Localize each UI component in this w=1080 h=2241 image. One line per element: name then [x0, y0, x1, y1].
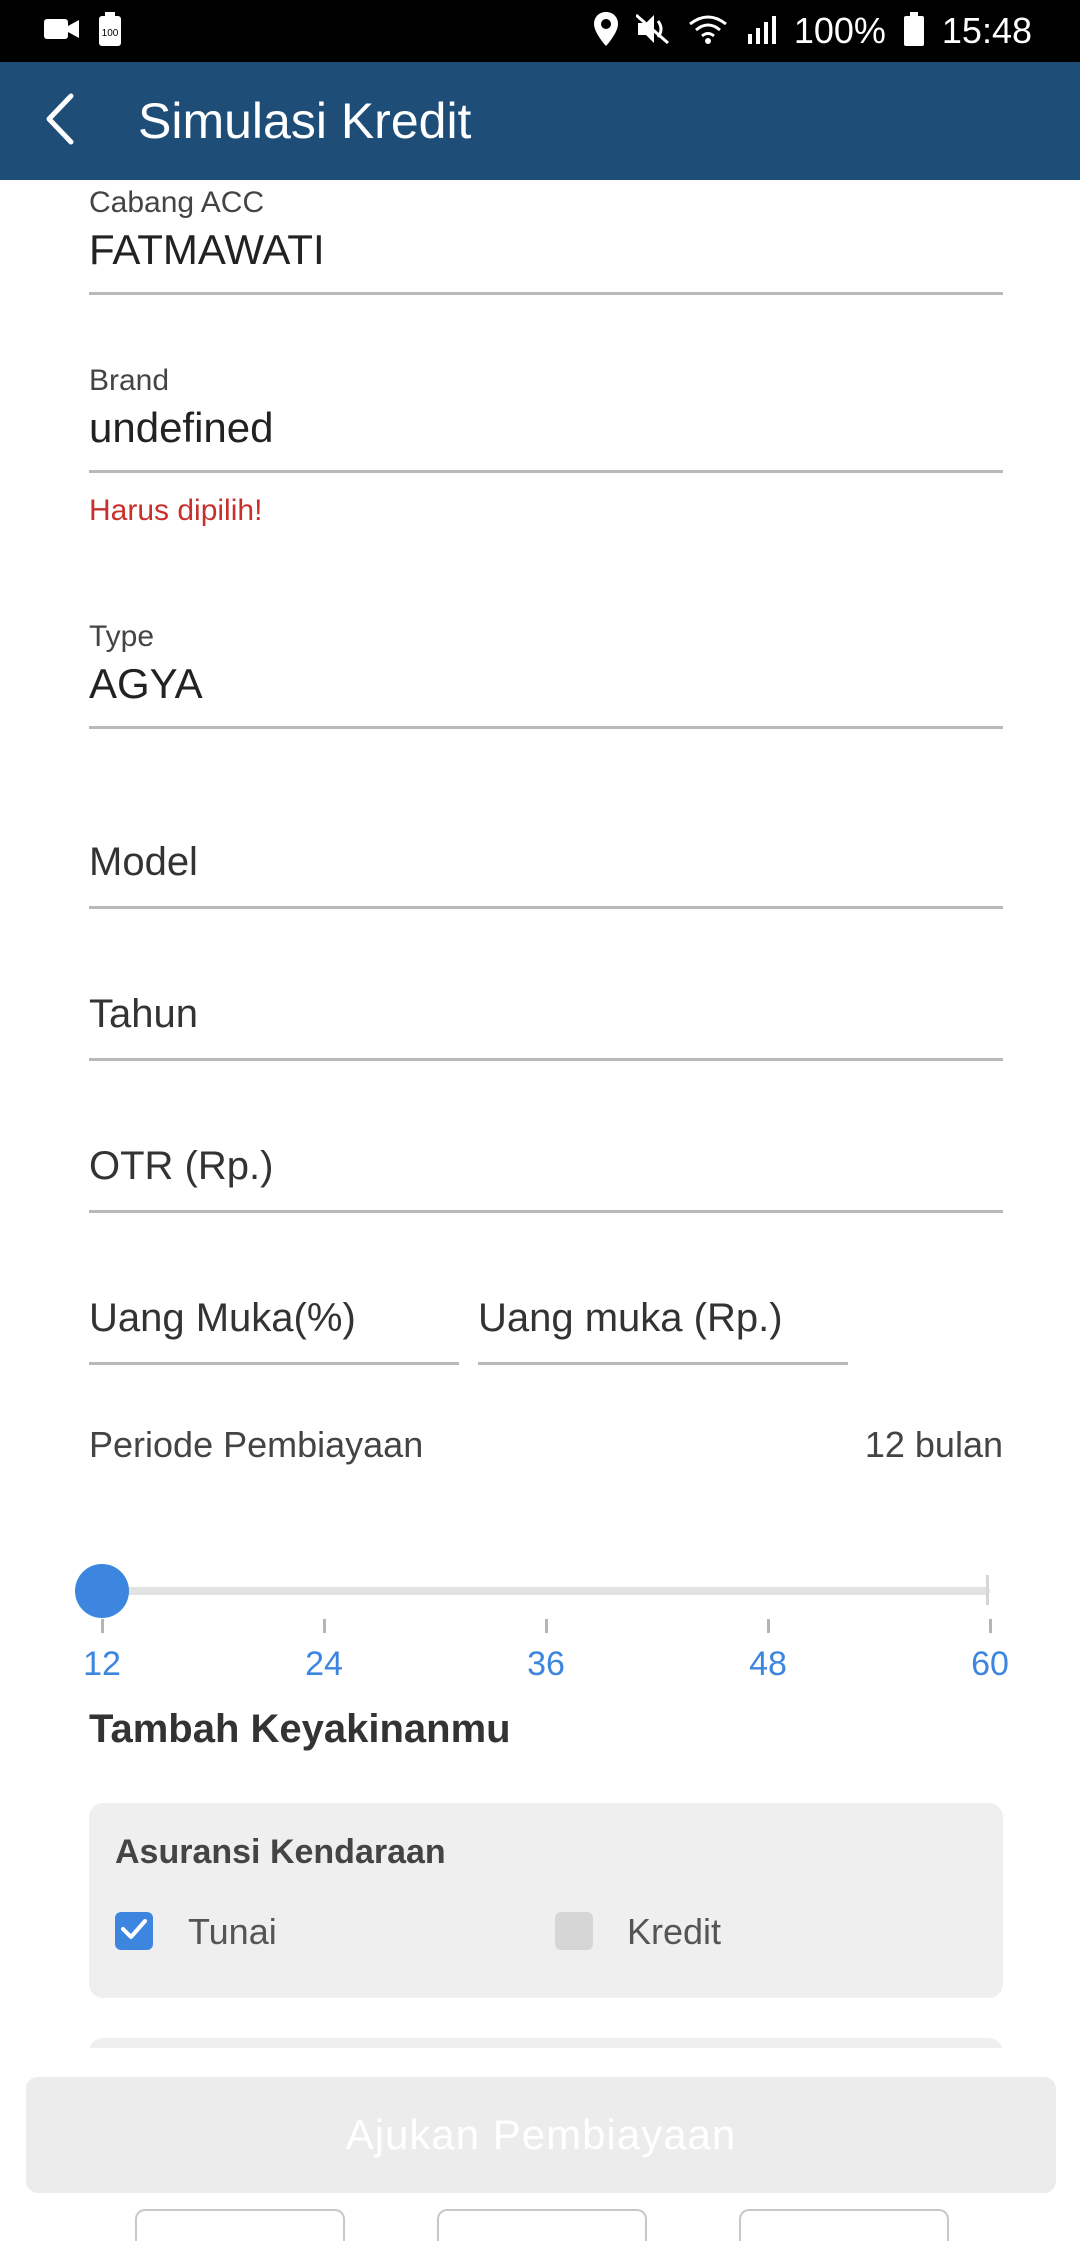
slider-tick — [545, 1619, 548, 1633]
mute-icon — [634, 13, 670, 50]
battery-saver-icon: 100 — [98, 11, 122, 51]
otr-field[interactable]: OTR (Rp.) — [89, 1102, 1003, 1213]
submit-area: Ajukan Pembiayaan — [0, 2048, 1080, 2241]
kredit-label[interactable]: Kredit — [627, 1911, 721, 1953]
video-camera-icon — [44, 16, 80, 47]
brand-error: Harus dipilih! — [89, 494, 263, 527]
cabang-field[interactable]: Cabang ACC FATMAWATI — [89, 180, 1003, 295]
slider-tick — [101, 1619, 104, 1633]
slider-tick-label: 48 — [749, 1645, 787, 1683]
status-bar-left: 100 — [44, 11, 122, 51]
brand-field[interactable]: Brand undefined — [89, 358, 1003, 473]
periode-label: Periode Pembiayaan — [89, 1424, 424, 1465]
slider-track[interactable] — [102, 1587, 990, 1595]
model-placeholder: Model — [89, 840, 198, 884]
kredit-checkbox[interactable] — [555, 1912, 593, 1950]
bottom-tab-peek[interactable] — [739, 2209, 949, 2241]
cabang-label: Cabang ACC — [89, 186, 265, 219]
wifi-icon — [688, 14, 728, 49]
battery-icon — [903, 11, 924, 51]
type-label: Type — [89, 620, 155, 653]
periode-value: 12 bulan — [864, 1424, 1003, 1465]
slider-tick-label: 24 — [305, 1645, 343, 1683]
uang-muka-rp-placeholder: Uang muka (Rp.) — [478, 1296, 783, 1340]
tahun-field[interactable]: Tahun — [89, 950, 1003, 1061]
location-icon — [593, 11, 618, 51]
slider-tick-label: 12 — [83, 1645, 121, 1683]
slider-end-marker — [986, 1575, 989, 1605]
ajukan-pembiayaan-button[interactable]: Ajukan Pembiayaan — [26, 2077, 1056, 2193]
asuransi-title: Asuransi Kendaraan — [115, 1833, 446, 1871]
svg-text:100: 100 — [102, 28, 119, 39]
slider-tick — [323, 1619, 326, 1633]
otr-placeholder: OTR (Rp.) — [89, 1144, 274, 1188]
back-button[interactable] — [0, 62, 120, 180]
signal-icon — [746, 14, 776, 49]
type-field[interactable]: Type AGYA — [89, 614, 1003, 729]
uang-muka-percent-field[interactable]: Uang Muka(%) — [89, 1254, 459, 1365]
slider-tick-label: 36 — [527, 1645, 565, 1683]
uang-muka-percent-placeholder: Uang Muka(%) — [89, 1296, 356, 1340]
periode-slider[interactable]: 12 24 36 48 60 — [75, 1564, 1009, 1697]
slider-tick — [767, 1619, 770, 1633]
section-title: Tambah Keyakinanmu — [89, 1707, 511, 1751]
asuransi-card: Asuransi Kendaraan Tunai Kredit — [89, 1803, 1003, 1998]
slider-thumb[interactable] — [75, 1564, 129, 1618]
slider-tick-label: 60 — [971, 1645, 1009, 1683]
page-title: Simulasi Kredit — [138, 93, 472, 149]
bottom-tab-peek[interactable] — [437, 2209, 647, 2241]
status-bar: 100 100% 15:48 — [0, 0, 1080, 62]
tunai-label[interactable]: Tunai — [188, 1911, 277, 1953]
form-content[interactable]: Cabang ACC FATMAWATI Brand undefined Har… — [0, 180, 1080, 2070]
bottom-tab-peek[interactable] — [135, 2209, 345, 2241]
brand-label: Brand — [89, 364, 170, 397]
cabang-value: FATMAWATI — [89, 226, 325, 273]
status-bar-right: 100% 15:48 — [593, 10, 1032, 52]
model-field[interactable]: Model — [89, 798, 1003, 909]
tahun-placeholder: Tahun — [89, 992, 198, 1036]
brand-value: undefined — [89, 404, 274, 451]
app-bar: Simulasi Kredit — [0, 62, 1080, 180]
chevron-left-icon — [43, 92, 77, 151]
checkmark-icon — [120, 1917, 148, 1946]
clock: 15:48 — [941, 10, 1032, 51]
battery-percent: 100% — [793, 10, 886, 51]
type-value: AGYA — [89, 660, 203, 707]
slider-tick — [989, 1619, 992, 1633]
uang-muka-rp-field[interactable]: Uang muka (Rp.) — [478, 1254, 848, 1365]
tunai-checkbox[interactable] — [115, 1912, 153, 1950]
